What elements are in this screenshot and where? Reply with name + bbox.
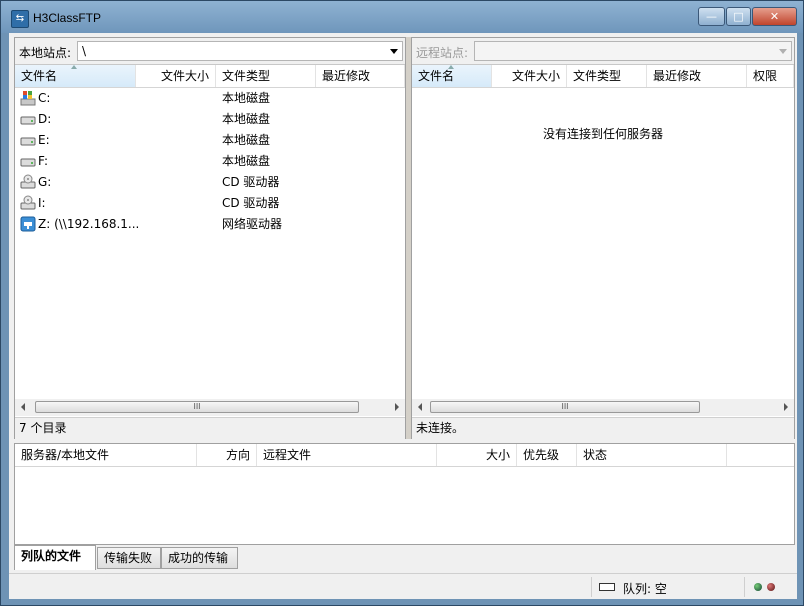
- remote-hscrollbar[interactable]: III: [412, 399, 794, 416]
- system-drive-icon: [20, 91, 36, 106]
- file-name: I:: [38, 196, 46, 210]
- scroll-left-icon[interactable]: [21, 403, 25, 411]
- scroll-left-icon[interactable]: [418, 403, 422, 411]
- network-drive-icon: [20, 216, 36, 232]
- file-name: F:: [38, 154, 49, 168]
- file-row[interactable]: Z: (\\192.168.1... 网络驱动器: [15, 214, 405, 235]
- connection-led-red-icon: [767, 583, 775, 591]
- remote-site-label: 远程站点:: [416, 46, 469, 60]
- ftp-app-icon: ⇆: [11, 10, 29, 28]
- file-type: CD 驱动器: [222, 175, 280, 189]
- remote-status: 未连接。: [412, 417, 794, 439]
- col-size[interactable]: 大小: [437, 444, 517, 466]
- scroll-thumb[interactable]: III: [35, 401, 359, 413]
- queue-status: 队列: 空: [623, 582, 667, 596]
- file-type: 本地磁盘: [222, 154, 271, 168]
- file-type: 网络驱动器: [222, 217, 283, 231]
- keyboard-icon: [599, 583, 615, 591]
- local-pane: 本地站点: \ 文件名 文件大小 文件类型 最近修改 C: 本地磁盘 D: 本地…: [14, 37, 406, 439]
- file-row[interactable]: I: CD 驱动器: [15, 193, 405, 214]
- remote-pane: 远程站点: 文件名 文件大小 文件类型 最近修改 权限 没有连接到任何服务器 I…: [411, 37, 795, 439]
- local-hscrollbar[interactable]: III: [15, 399, 405, 416]
- cd-drive-icon: [20, 174, 36, 189]
- col-remote-file[interactable]: 远程文件: [257, 444, 437, 466]
- local-status: 7 个目录: [15, 417, 405, 439]
- connection-led-green-icon: [754, 583, 762, 591]
- col-modified[interactable]: 最近修改: [647, 65, 747, 87]
- queue-header: 服务器/本地文件 方向 远程文件 大小 优先级 状态: [15, 444, 794, 467]
- file-type: 本地磁盘: [222, 91, 271, 105]
- queue-tabs: 列队的文件 传输失败 成功的传输: [14, 545, 795, 571]
- sort-asc-icon: [448, 65, 454, 69]
- file-name: D:: [38, 112, 52, 126]
- file-name: C:: [38, 91, 51, 105]
- col-server-local-file[interactable]: 服务器/本地文件: [15, 444, 197, 466]
- minimize-button[interactable]: —: [698, 7, 725, 26]
- file-type: CD 驱动器: [222, 196, 280, 210]
- remote-site-bar: 远程站点:: [412, 38, 794, 65]
- col-direction[interactable]: 方向: [197, 444, 257, 466]
- status-bar: 队列: 空: [9, 573, 797, 600]
- remote-path-combo[interactable]: [474, 41, 792, 61]
- chevron-down-icon[interactable]: [779, 49, 787, 54]
- window-title: H3ClassFTP: [33, 11, 102, 25]
- file-name: G:: [38, 175, 52, 189]
- chevron-down-icon[interactable]: [390, 49, 398, 54]
- file-row[interactable]: F: 本地磁盘: [15, 151, 405, 172]
- scroll-right-icon[interactable]: [395, 403, 399, 411]
- local-site-bar: 本地站点: \: [15, 38, 405, 65]
- title-bar[interactable]: ⇆ H3ClassFTP — □ ✕: [1, 1, 803, 33]
- file-row[interactable]: E: 本地磁盘: [15, 130, 405, 151]
- status-divider: [591, 577, 592, 597]
- col-priority[interactable]: 优先级: [517, 444, 577, 466]
- hard-drive-icon: [20, 137, 36, 146]
- col-filesize[interactable]: 文件大小: [492, 65, 567, 87]
- col-filetype[interactable]: 文件类型: [216, 65, 316, 87]
- hard-drive-icon: [20, 158, 36, 167]
- file-type: 本地磁盘: [222, 133, 271, 147]
- local-path-combo[interactable]: \: [77, 41, 403, 61]
- file-row[interactable]: G: CD 驱动器: [15, 172, 405, 193]
- local-site-label: 本地站点:: [19, 46, 72, 60]
- col-filename[interactable]: 文件名: [412, 65, 492, 87]
- status-divider: [744, 577, 745, 597]
- app-window: ⇆ H3ClassFTP — □ ✕ 本地站点: \ 文件名 文件大小 文件类型: [0, 0, 804, 606]
- col-permissions[interactable]: 权限: [747, 65, 794, 87]
- cd-drive-icon: [20, 195, 36, 210]
- col-filename[interactable]: 文件名: [15, 65, 136, 87]
- local-file-header: 文件名 文件大小 文件类型 最近修改: [15, 65, 405, 88]
- tab-queued-files[interactable]: 列队的文件: [14, 545, 96, 570]
- transfer-queue: 服务器/本地文件 方向 远程文件 大小 优先级 状态: [14, 443, 795, 545]
- hard-drive-icon: [20, 116, 36, 125]
- col-filesize[interactable]: 文件大小: [136, 65, 216, 87]
- col-filetype[interactable]: 文件类型: [567, 65, 647, 87]
- scroll-thumb[interactable]: III: [430, 401, 700, 413]
- sort-asc-icon: [71, 65, 77, 69]
- file-name: Z: (\\192.168.1...: [38, 217, 140, 231]
- tab-successful-transfers[interactable]: 成功的传输: [161, 547, 238, 569]
- col-modified[interactable]: 最近修改: [316, 65, 405, 87]
- local-path-value: \: [82, 44, 87, 58]
- file-row[interactable]: D: 本地磁盘: [15, 109, 405, 130]
- file-row[interactable]: C: 本地磁盘: [15, 88, 405, 109]
- file-name: E:: [38, 133, 50, 147]
- no-connection-message: 没有连接到任何服务器: [542, 127, 663, 141]
- maximize-button[interactable]: □: [726, 7, 751, 26]
- scroll-right-icon[interactable]: [784, 403, 788, 411]
- close-button[interactable]: ✕: [752, 7, 797, 26]
- client-area: 本地站点: \ 文件名 文件大小 文件类型 最近修改 C: 本地磁盘 D: 本地…: [9, 33, 797, 599]
- file-type: 本地磁盘: [222, 112, 271, 126]
- tab-failed-transfers[interactable]: 传输失败: [97, 547, 161, 569]
- remote-file-header: 文件名 文件大小 文件类型 最近修改 权限: [412, 65, 794, 88]
- col-status[interactable]: 状态: [577, 444, 727, 466]
